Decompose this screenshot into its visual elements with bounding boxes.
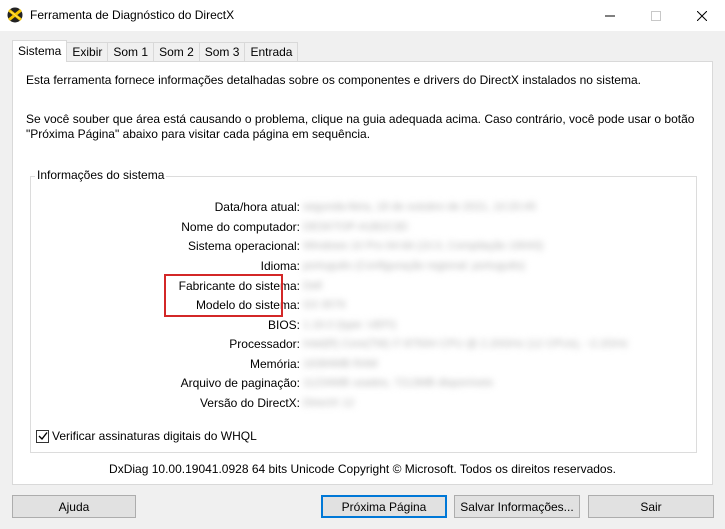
info-label: Idioma: xyxy=(260,259,300,273)
info-label: Nome do computador: xyxy=(181,220,300,234)
info-value: Dell xyxy=(303,280,322,292)
info-value: Windows 10 Pro 64-bit (10.0, Compilação … xyxy=(303,240,544,252)
help-button[interactable]: Ajuda xyxy=(12,495,136,518)
minimize-icon xyxy=(605,15,615,16)
window-title: Ferramenta de Diagnóstico do DirectX xyxy=(30,8,235,22)
info-row-manufacturer: Fabricante do sistema: Dell xyxy=(31,279,698,295)
exit-button[interactable]: Sair xyxy=(588,495,714,518)
instructions-text: Se você souber que área está causando o … xyxy=(26,112,695,141)
tab-exibir[interactable]: Exibir xyxy=(66,42,109,62)
whql-label: Verificar assinaturas digitais do WHQL xyxy=(52,429,257,443)
tab-som-2[interactable]: Som 2 xyxy=(153,42,200,62)
maximize-icon xyxy=(651,10,661,21)
info-row-language: Idioma: português (Configuração regional… xyxy=(31,259,698,275)
info-row-processor: Processador: Intel(R) Core(TM) i7-8750H … xyxy=(31,337,698,353)
info-label: BIOS: xyxy=(267,318,300,332)
info-label: Processador: xyxy=(229,337,300,351)
intro-text: Esta ferramenta fornece informações deta… xyxy=(26,73,641,87)
info-value: português (Configuração regional: portug… xyxy=(303,260,525,272)
next-page-button[interactable]: Próxima Página xyxy=(321,495,447,518)
tab-sistema[interactable]: Sistema xyxy=(12,40,68,62)
info-row-bios: BIOS: 1.16.0 (type: UEFI) xyxy=(31,318,698,334)
info-row-computer-name: Nome do computador: DESKTOP-A1B2C3D xyxy=(31,220,698,236)
info-value: 11234MB usados, 7213MB disponíveis xyxy=(303,377,493,389)
info-label: Memória: xyxy=(249,357,300,371)
info-value: DirectX 12 xyxy=(303,397,355,409)
info-label: Versão do DirectX: xyxy=(199,396,300,410)
highlight-box xyxy=(164,274,283,317)
title-bar: Ferramenta de Diagnóstico do DirectX xyxy=(0,0,725,31)
info-value: 1.16.0 (type: UEFI) xyxy=(303,319,396,331)
close-icon xyxy=(697,10,707,21)
info-value: DESKTOP-A1B2C3D xyxy=(303,221,408,233)
tab-strip: Sistema Exibir Som 1 Som 2 Som 3 Entrada xyxy=(12,40,299,62)
tab-panel-sistema: Esta ferramenta fornece informações deta… xyxy=(12,61,713,485)
minimize-button[interactable] xyxy=(587,0,633,31)
group-title: Informações do sistema xyxy=(35,168,167,182)
info-value: Intel(R) Core(TM) i7-8750H CPU @ 2.20GHz… xyxy=(303,338,629,350)
tab-som-1[interactable]: Som 1 xyxy=(107,42,155,62)
tab-entrada[interactable]: Entrada xyxy=(244,42,299,62)
whql-checkbox[interactable] xyxy=(36,429,49,443)
info-row-memory: Memória: 16384MB RAM xyxy=(31,357,698,373)
tab-som-3[interactable]: Som 3 xyxy=(198,42,246,62)
copyright-text: DxDiag 10.00.19041.0928 64 bits Unicode … xyxy=(109,462,616,476)
info-label: Sistema operacional: xyxy=(187,239,300,253)
info-row-directx-version: Versão do DirectX: DirectX 12 xyxy=(31,396,698,412)
info-row-model: Modelo do sistema: G3 3579 xyxy=(31,298,698,314)
info-value: 16384MB RAM xyxy=(303,358,378,370)
info-row-os: Sistema operacional: Windows 10 Pro 64-b… xyxy=(31,239,698,255)
check-icon xyxy=(38,432,48,441)
info-row-datetime: Data/hora atual: segunda-feira, 18 de ou… xyxy=(31,200,698,216)
info-value: G3 3579 xyxy=(303,299,346,311)
save-info-button[interactable]: Salvar Informações... xyxy=(454,495,580,518)
maximize-button xyxy=(633,0,679,31)
close-button[interactable] xyxy=(679,0,725,31)
directx-icon xyxy=(7,7,23,23)
info-row-pagefile: Arquivo de paginação: 11234MB usados, 72… xyxy=(31,376,698,392)
info-label: Data/hora atual: xyxy=(214,200,300,214)
system-info-group: Informações do sistema Data/hora atual: … xyxy=(30,168,698,453)
whql-checkbox-row[interactable]: Verificar assinaturas digitais do WHQL xyxy=(36,429,257,443)
info-value: segunda-feira, 18 de outubro de 2021, 10… xyxy=(303,201,537,213)
info-label: Arquivo de paginação: xyxy=(180,376,300,390)
